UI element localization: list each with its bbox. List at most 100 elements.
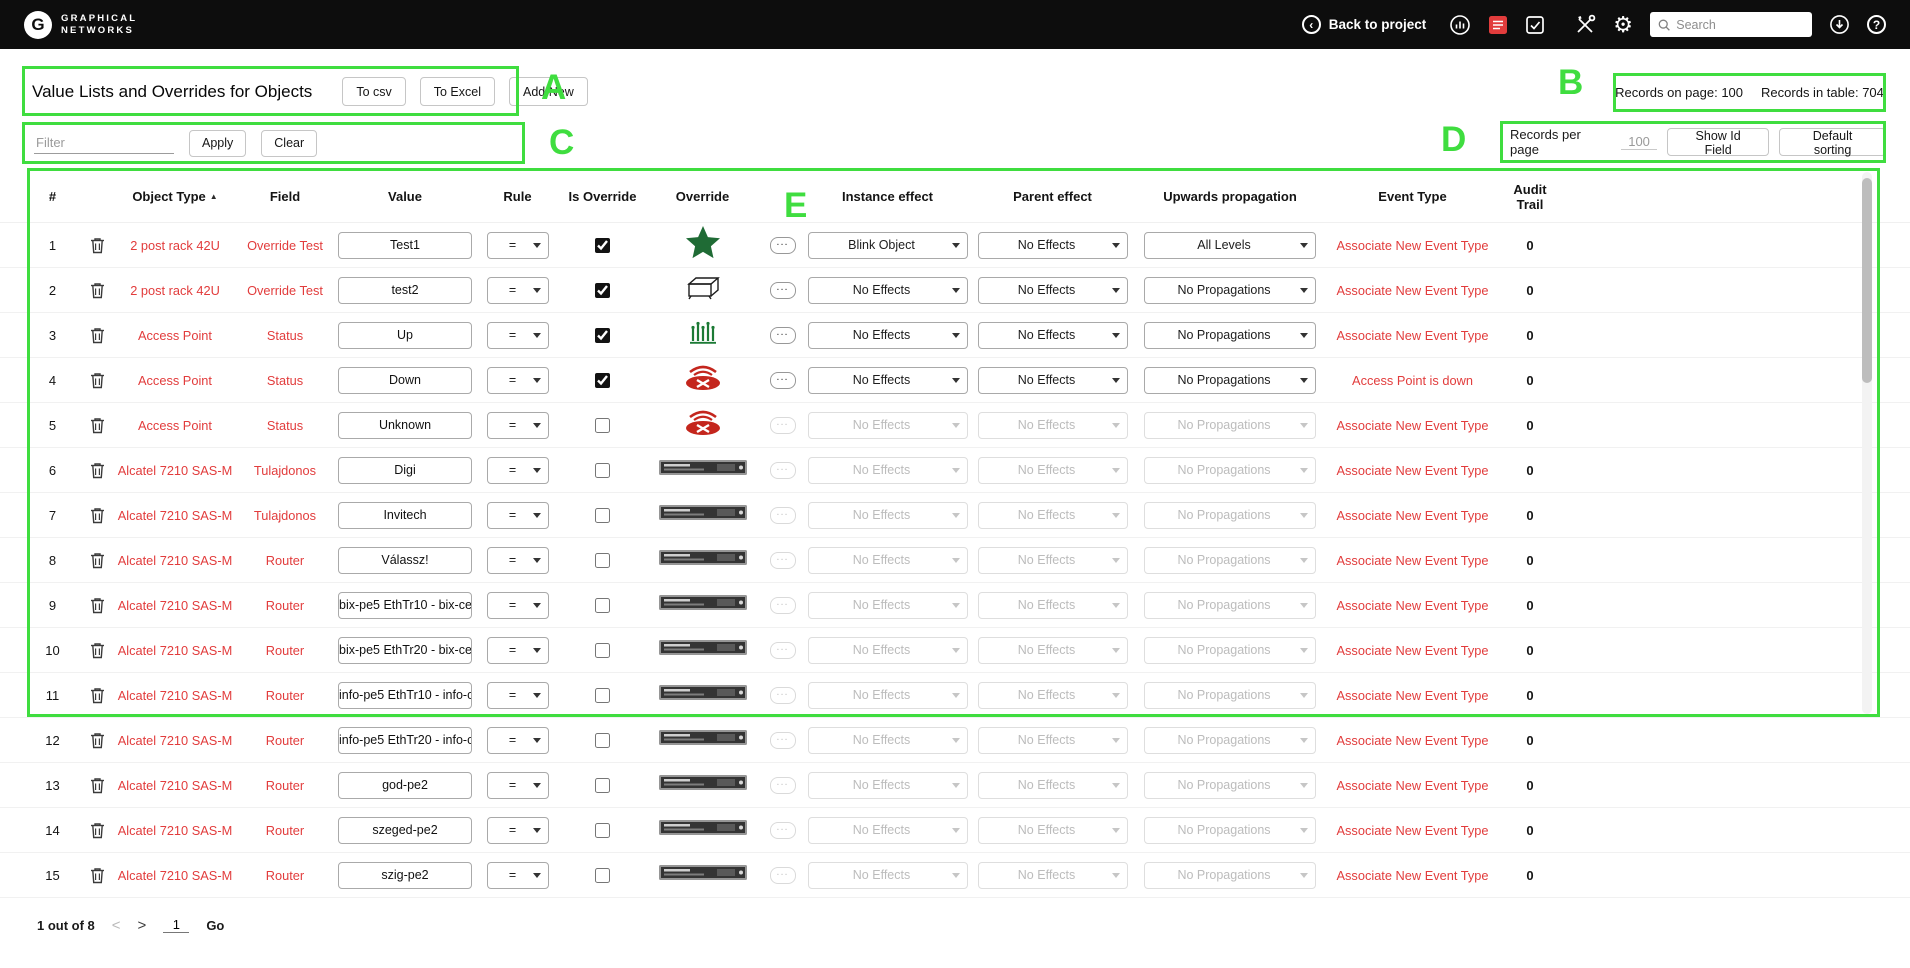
header-value[interactable]: Value (335, 189, 475, 204)
event-type-link[interactable]: Associate New Event Type (1337, 733, 1489, 748)
header-rule[interactable]: Rule (475, 189, 560, 204)
parent-effect-select[interactable]: No Effects (978, 322, 1128, 349)
header-upwards-propagation[interactable]: Upwards propagation (1135, 189, 1325, 204)
instance-effect-select[interactable]: No Effects (808, 862, 968, 889)
object-type-link[interactable]: Alcatel 7210 SAS-M (118, 688, 233, 703)
object-type-link[interactable]: Access Point (138, 373, 212, 388)
next-page-button[interactable]: > (138, 917, 147, 934)
rule-select[interactable]: = (487, 817, 549, 844)
upwards-propagation-select[interactable]: No Propagations (1144, 727, 1316, 754)
override-picker-button[interactable]: ... (770, 372, 796, 389)
header-is-override[interactable]: Is Override (560, 189, 645, 204)
upwards-propagation-select[interactable]: No Propagations (1144, 637, 1316, 664)
value-input[interactable] (338, 322, 472, 349)
event-type-link[interactable]: Associate New Event Type (1337, 328, 1489, 343)
delete-row-button[interactable] (88, 460, 107, 481)
rule-select[interactable]: = (487, 682, 549, 709)
override-icon-cell[interactable] (645, 864, 760, 886)
tools-button[interactable] (1574, 14, 1596, 36)
upwards-propagation-select[interactable]: No Propagations (1144, 322, 1316, 349)
parent-effect-select[interactable]: No Effects (978, 547, 1128, 574)
is-override-checkbox[interactable] (595, 598, 610, 613)
override-icon-cell[interactable] (645, 549, 760, 571)
search-input[interactable] (1676, 18, 1804, 32)
instance-effect-select[interactable]: No Effects (808, 682, 968, 709)
override-icon-cell[interactable] (645, 639, 760, 661)
rule-select[interactable]: = (487, 547, 549, 574)
delete-row-button[interactable] (88, 505, 107, 526)
is-override-checkbox[interactable] (595, 868, 610, 883)
event-type-link[interactable]: Associate New Event Type (1337, 598, 1489, 613)
override-picker-button[interactable]: ... (770, 327, 796, 344)
delete-row-button[interactable] (88, 865, 107, 886)
override-picker-button[interactable]: ... (770, 417, 796, 434)
delete-row-button[interactable] (88, 325, 107, 346)
page-input[interactable] (163, 917, 189, 933)
instance-effect-select[interactable]: No Effects (808, 772, 968, 799)
is-override-checkbox[interactable] (595, 328, 610, 343)
is-override-checkbox[interactable] (595, 463, 610, 478)
value-input[interactable] (338, 817, 472, 844)
parent-effect-select[interactable]: No Effects (978, 817, 1128, 844)
instance-effect-select[interactable]: No Effects (808, 367, 968, 394)
override-picker-button[interactable]: ... (770, 867, 796, 884)
override-icon-cell[interactable] (645, 729, 760, 751)
chart-button[interactable] (1449, 14, 1471, 36)
upwards-propagation-select[interactable]: No Propagations (1144, 547, 1316, 574)
delete-row-button[interactable] (88, 820, 107, 841)
filter-input[interactable] (34, 132, 174, 154)
override-icon-cell[interactable] (645, 819, 760, 841)
value-lists-button[interactable] (1488, 15, 1508, 35)
event-type-link[interactable]: Associate New Event Type (1337, 508, 1489, 523)
download-button[interactable] (1829, 14, 1850, 35)
instance-effect-select[interactable]: No Effects (808, 412, 968, 439)
override-icon-cell[interactable] (645, 276, 760, 305)
delete-row-button[interactable] (88, 685, 107, 706)
event-type-link[interactable]: Associate New Event Type (1337, 778, 1489, 793)
event-type-link[interactable]: Associate New Event Type (1337, 463, 1489, 478)
instance-effect-select[interactable]: No Effects (808, 727, 968, 754)
field-link[interactable]: Status (267, 373, 303, 388)
field-link[interactable]: Router (266, 643, 304, 658)
help-button[interactable]: ? (1867, 15, 1886, 34)
override-picker-button[interactable]: ... (770, 552, 796, 569)
settings-button[interactable]: ⚙ (1613, 14, 1633, 36)
upwards-propagation-select[interactable]: No Propagations (1144, 862, 1316, 889)
value-input[interactable] (338, 637, 472, 664)
rule-select[interactable]: = (487, 412, 549, 439)
upwards-propagation-select[interactable]: No Propagations (1144, 772, 1316, 799)
parent-effect-select[interactable]: No Effects (978, 232, 1128, 259)
delete-row-button[interactable] (88, 775, 107, 796)
rule-select[interactable]: = (487, 772, 549, 799)
field-link[interactable]: Router (266, 823, 304, 838)
override-icon-cell[interactable] (645, 320, 760, 351)
field-link[interactable]: Tulajdonos (254, 463, 316, 478)
override-icon-cell[interactable] (645, 774, 760, 796)
field-link[interactable]: Router (266, 778, 304, 793)
go-to-page-button[interactable]: Go (206, 918, 224, 933)
to-excel-button[interactable]: To Excel (420, 77, 495, 106)
object-type-link[interactable]: Alcatel 7210 SAS-M (118, 508, 233, 523)
value-input[interactable] (338, 772, 472, 799)
table-scrollbar-track[interactable] (1862, 172, 1872, 714)
rule-select[interactable]: = (487, 637, 549, 664)
tasks-button[interactable] (1525, 15, 1545, 35)
field-link[interactable]: Status (267, 418, 303, 433)
rule-select[interactable]: = (487, 322, 549, 349)
upwards-propagation-select[interactable]: No Propagations (1144, 817, 1316, 844)
field-link[interactable]: Override Test (247, 238, 323, 253)
override-icon-cell[interactable] (645, 364, 760, 397)
event-type-link[interactable]: Access Point is down (1352, 373, 1473, 388)
parent-effect-select[interactable]: No Effects (978, 637, 1128, 664)
parent-effect-select[interactable]: No Effects (978, 412, 1128, 439)
is-override-checkbox[interactable] (595, 373, 610, 388)
parent-effect-select[interactable]: No Effects (978, 592, 1128, 619)
value-input[interactable] (338, 592, 472, 619)
instance-effect-select[interactable]: No Effects (808, 322, 968, 349)
value-input[interactable] (338, 232, 472, 259)
override-icon-cell[interactable] (645, 504, 760, 526)
clear-filter-button[interactable]: Clear (261, 130, 317, 157)
instance-effect-select[interactable]: No Effects (808, 637, 968, 664)
parent-effect-select[interactable]: No Effects (978, 277, 1128, 304)
object-type-link[interactable]: Alcatel 7210 SAS-M (118, 553, 233, 568)
